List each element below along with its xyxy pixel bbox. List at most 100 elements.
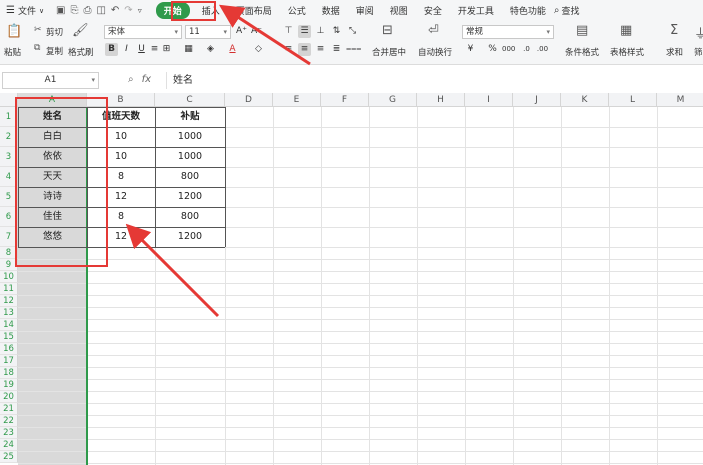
table-header-cell[interactable]: 值班天数 [87, 107, 155, 127]
tab-9[interactable]: 特色功能 [502, 2, 554, 19]
row-header-6[interactable]: 6 [0, 207, 18, 227]
row-header-2[interactable]: 2 [0, 127, 18, 147]
row-header-5[interactable]: 5 [0, 187, 18, 207]
tab-1[interactable]: 插入 [194, 2, 228, 19]
table-cell[interactable]: 依依 [18, 147, 87, 167]
row-header-19[interactable]: 19 [0, 379, 18, 391]
row-header-10[interactable]: 10 [0, 271, 18, 283]
text-direction-icon[interactable]: ⇅ [330, 25, 343, 38]
align-right-icon[interactable]: ≡ [314, 43, 327, 56]
justify-icon[interactable]: ≣ [330, 43, 343, 56]
row-header-20[interactable]: 20 [0, 391, 18, 403]
currency-icon[interactable]: ¥ [464, 43, 477, 56]
fill-color-icon[interactable]: ▦ [182, 43, 195, 56]
row-header-17[interactable]: 17 [0, 355, 18, 367]
row-header-18[interactable]: 18 [0, 367, 18, 379]
table-cell[interactable]: 800 [155, 167, 225, 187]
select-all-corner[interactable] [0, 93, 18, 107]
row-header-24[interactable]: 24 [0, 439, 18, 451]
align-center-icon[interactable]: ≡ [298, 43, 311, 56]
column-header-k[interactable]: K [561, 93, 609, 107]
align-left-icon[interactable]: ≡ [282, 43, 295, 56]
fill-bucket-icon[interactable]: ◈ [204, 43, 217, 56]
align-bottom-icon[interactable]: ⊥ [314, 25, 327, 38]
column-header-m[interactable]: M [657, 93, 703, 107]
row-header-21[interactable]: 21 [0, 403, 18, 415]
row-header-15[interactable]: 15 [0, 331, 18, 343]
row-header-12[interactable]: 12 [0, 295, 18, 307]
decrease-font-icon[interactable]: A⁻ [250, 25, 263, 38]
table-cell[interactable]: 白白 [18, 127, 87, 147]
row-header-25[interactable]: 25 [0, 451, 18, 463]
tab-0[interactable]: 开始 [155, 2, 190, 19]
number-format-select[interactable]: 常规 ▾ [462, 25, 554, 39]
file-menu[interactable]: ☰ 文件 ∨ [0, 4, 52, 17]
save-icon[interactable]: ▣ [56, 5, 65, 16]
table-cell[interactable]: 800 [155, 207, 225, 227]
row-header-3[interactable]: 3 [0, 147, 18, 167]
underline-button[interactable]: U [135, 43, 148, 56]
customize-icon[interactable]: ▿ [138, 6, 142, 15]
font-size-select[interactable]: 11 ▾ [185, 25, 231, 39]
column-header-b[interactable]: B [87, 93, 155, 107]
wrap-text-button[interactable]: 自动换行 [418, 46, 452, 58]
table-cell[interactable]: 12 [87, 227, 155, 247]
table-cell[interactable]: 1200 [155, 227, 225, 247]
formula-input[interactable]: 姓名 [166, 72, 702, 89]
row-header-8[interactable]: 8 [0, 247, 18, 259]
distributed-icon[interactable]: ⩶ [346, 43, 361, 56]
column-header-i[interactable]: I [465, 93, 513, 107]
tab-7[interactable]: 安全 [416, 2, 450, 19]
print-preview-icon[interactable]: ◫ [96, 5, 105, 16]
column-header-h[interactable]: H [417, 93, 465, 107]
column-header-j[interactable]: J [513, 93, 561, 107]
paste-icon[interactable]: 📋 [6, 24, 22, 39]
font-color-icon[interactable]: A [226, 43, 239, 56]
table-cell[interactable]: 1200 [155, 187, 225, 207]
align-middle-icon[interactable]: ☰ [298, 25, 311, 38]
table-cell[interactable]: 8 [87, 167, 155, 187]
tab-3[interactable]: 公式 [280, 2, 314, 19]
row-header-13[interactable]: 13 [0, 307, 18, 319]
align-top-icon[interactable]: ⊤ [282, 25, 295, 38]
row-header-11[interactable]: 11 [0, 283, 18, 295]
fx-icon[interactable]: fx [142, 74, 151, 85]
tab-2[interactable]: 页面布局 [228, 2, 280, 19]
row-header-23[interactable]: 23 [0, 427, 18, 439]
row-header-7[interactable]: 7 [0, 227, 18, 247]
name-box[interactable]: A1 ▾ [2, 72, 99, 89]
table-cell[interactable]: 悠悠 [18, 227, 87, 247]
column-header-c[interactable]: C [155, 93, 225, 107]
tab-4[interactable]: 数据 [314, 2, 348, 19]
tab-8[interactable]: 开发工具 [450, 2, 502, 19]
undo-icon[interactable]: ↶ [111, 5, 119, 16]
bold-button[interactable]: B [105, 43, 118, 56]
column-header-e[interactable]: E [273, 93, 321, 107]
table-header-cell[interactable]: 补贴 [155, 107, 225, 127]
copy-button[interactable]: 复制 [46, 45, 63, 57]
zoom-icon[interactable]: ⌕ [128, 74, 134, 85]
table-cell[interactable]: 10 [87, 127, 155, 147]
column-header-g[interactable]: G [369, 93, 417, 107]
thousands-icon[interactable]: 000 [502, 43, 515, 56]
increase-font-icon[interactable]: A⁺ [235, 25, 248, 38]
table-cell[interactable]: 8 [87, 207, 155, 227]
column-header-d[interactable]: D [225, 93, 273, 107]
row-header-14[interactable]: 14 [0, 319, 18, 331]
table-cell[interactable]: 1000 [155, 127, 225, 147]
decrease-decimal-icon[interactable]: .00 [536, 43, 549, 56]
border-icon[interactable]: ⊞ [160, 43, 173, 56]
row-header-4[interactable]: 4 [0, 167, 18, 187]
tab-5[interactable]: 审阅 [348, 2, 382, 19]
row-header-16[interactable]: 16 [0, 343, 18, 355]
table-cell[interactable]: 10 [87, 147, 155, 167]
row-header-22[interactable]: 22 [0, 415, 18, 427]
column-header-f[interactable]: F [321, 93, 369, 107]
orientation-icon[interactable]: ⤡ [346, 25, 359, 38]
tab-6[interactable]: 视图 [382, 2, 416, 19]
merge-center-button[interactable]: 合并居中 [372, 46, 406, 58]
redo-icon[interactable]: ↷ [124, 5, 132, 16]
paste-button[interactable]: 粘贴 [4, 46, 21, 58]
row-header-9[interactable]: 9 [0, 259, 18, 271]
table-cell[interactable]: 诗诗 [18, 187, 87, 207]
